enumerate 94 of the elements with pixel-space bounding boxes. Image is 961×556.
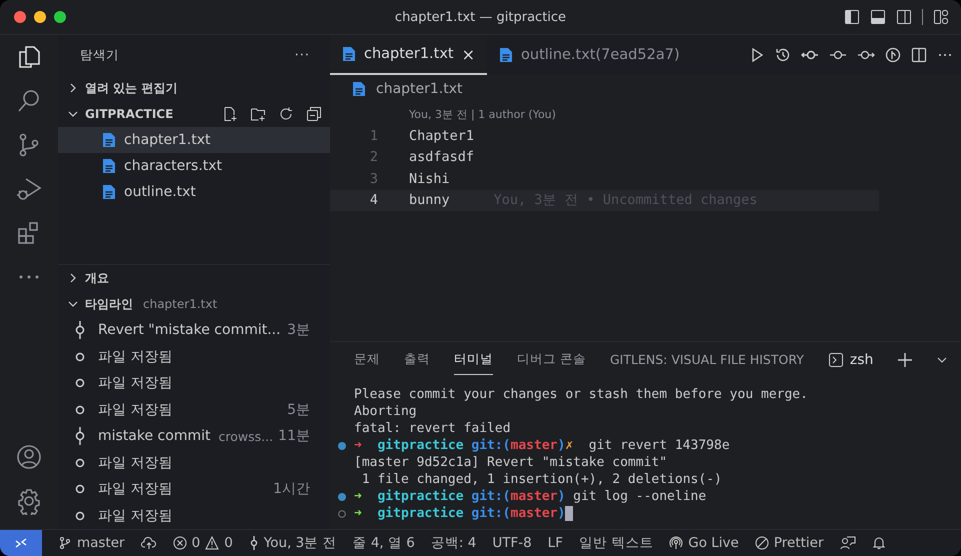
timeline-item[interactable]: mistake commit crowss... 11분: [58, 423, 330, 450]
outline-section[interactable]: 개요: [58, 264, 330, 291]
indentation-status[interactable]: 공백: 4: [430, 534, 476, 552]
terminal-line: Aborting: [354, 404, 417, 419]
timeline-item[interactable]: Revert "mistake commit... 3분: [58, 317, 330, 344]
terminal-line: [master 9d52c1a] Revert "mistake commit": [354, 455, 668, 470]
terminal-icon: [828, 352, 844, 368]
commit-icon: [74, 427, 86, 446]
file-icon: [102, 158, 116, 174]
prettier-status[interactable]: Prettier: [754, 535, 824, 551]
explorer-title: 탐색기: [80, 46, 119, 64]
toggle-panel-icon[interactable]: [870, 9, 886, 25]
terminal-line: 1 file changed, 1 insertion(+), 2 deletions(-): [360, 472, 722, 487]
history-icon[interactable]: [775, 47, 791, 63]
timeline-item[interactable]: 파일 저장됨: [58, 502, 330, 529]
command-success-dot[interactable]: [338, 442, 346, 450]
breadcrumb[interactable]: chapter1.txt: [376, 81, 463, 97]
line-number: 2: [368, 149, 379, 166]
close-window-button[interactable]: [14, 11, 26, 23]
code-line: Chapter1: [409, 128, 474, 144]
split-editor-icon[interactable]: [911, 47, 927, 63]
error-icon: [172, 536, 187, 550]
commit-icon: [248, 536, 259, 550]
zoom-window-button[interactable]: [54, 11, 66, 23]
file-icon: [342, 46, 356, 62]
remote-icon: [14, 536, 28, 550]
warning-icon: [205, 536, 220, 550]
blame-annotation[interactable]: You, 3분 전 | 1 author (You): [330, 107, 961, 125]
file-item[interactable]: chapter1.txt: [58, 127, 330, 153]
minimize-window-button[interactable]: [34, 11, 46, 23]
file-item[interactable]: characters.txt: [58, 153, 330, 179]
timeline-item[interactable]: 파일 저장됨: [58, 344, 330, 370]
panel-tab[interactable]: 터미널: [454, 345, 493, 375]
notifications-icon[interactable]: [872, 536, 886, 550]
editor-tab[interactable]: outline.txt(7ead52a7): [487, 35, 692, 75]
feedback-icon[interactable]: [840, 536, 856, 550]
line-number: 4: [368, 192, 379, 208]
code-line: Nishi: [409, 170, 450, 187]
command-pending-dot[interactable]: [338, 510, 346, 518]
file-item[interactable]: outline.txt: [58, 179, 330, 205]
toggle-sidebar-icon[interactable]: [844, 9, 860, 25]
terminal-shell-button[interactable]: zsh: [828, 352, 874, 368]
timeline-header[interactable]: 타임라인: [64, 296, 133, 312]
encoding-status[interactable]: UTF-8: [492, 535, 532, 551]
timeline-file-name: chapter1.txt: [143, 297, 218, 311]
file-icon: [499, 47, 514, 63]
timeline-item[interactable]: 파일 저장됨 5분: [58, 396, 330, 423]
code-line: asdfasdf: [409, 149, 474, 166]
terminal-line: ➜ gitpractice git:(master) git log --oneline: [354, 489, 706, 504]
timeline-item[interactable]: 파일 저장됨 1시간: [58, 476, 330, 502]
terminal-line: fatal: revert failed: [354, 421, 511, 436]
more-actions-button[interactable]: ···: [294, 48, 310, 62]
file-icon: [102, 132, 116, 148]
panel-tab[interactable]: 출력: [404, 345, 430, 375]
file-icon: [102, 184, 116, 200]
new-file-icon[interactable]: [222, 106, 238, 122]
timeline-item[interactable]: 파일 저장됨: [58, 450, 330, 476]
branch-icon: [58, 536, 72, 550]
folder-header[interactable]: GITPRACTICE: [64, 107, 174, 121]
toggle-secondary-sidebar-icon[interactable]: [896, 9, 912, 25]
file-icon: [352, 81, 366, 97]
window-title: chapter1.txt — gitpractice: [394, 10, 566, 24]
cursor-position[interactable]: 줄 4, 열 6: [352, 534, 415, 552]
customize-layout-icon[interactable]: [933, 9, 949, 25]
panel-tab[interactable]: 문제: [354, 345, 380, 375]
cloud-upload-icon[interactable]: [140, 536, 157, 550]
open-editors-section[interactable]: 열려 있는 편집기: [58, 75, 330, 101]
line-ending-status[interactable]: LF: [548, 535, 563, 551]
collapse-all-icon[interactable]: [306, 106, 322, 122]
language-mode[interactable]: 일반 텍스트: [578, 534, 654, 552]
panel-tab[interactable]: GITLENS: VISUAL FILE HISTORY: [610, 346, 804, 374]
remote-button[interactable]: [0, 530, 42, 556]
problems-status[interactable]: 0 0: [172, 535, 233, 551]
gitlens-icon[interactable]: [885, 47, 901, 63]
command-success-dot[interactable]: [338, 492, 346, 500]
line-number: 3: [368, 170, 379, 187]
go-live-button[interactable]: Go Live: [669, 535, 739, 551]
code-line: bunny: [409, 192, 450, 208]
terminal-line: ➜ gitpractice git:(master)✗ git revert 143798e: [354, 438, 730, 453]
branch-status[interactable]: master: [58, 535, 125, 551]
new-folder-icon[interactable]: [250, 106, 266, 122]
settings-icon[interactable]: [15, 487, 43, 515]
line-number: 1: [368, 128, 379, 144]
new-terminal-icon[interactable]: [897, 352, 914, 368]
account-icon[interactable]: [15, 443, 43, 471]
refresh-icon[interactable]: [278, 106, 294, 122]
broadcast-icon: [669, 536, 684, 550]
timeline-item[interactable]: 파일 저장됨: [58, 370, 330, 396]
commit-icon: [74, 321, 86, 340]
panel-tab[interactable]: 디버그 콘솔: [517, 345, 586, 375]
blame-status[interactable]: You, 3분 전: [248, 534, 337, 552]
terminal-line: ➜ gitpractice git:(master): [354, 506, 574, 522]
terminal-line: Please commit your changes or stash them before you merge.: [354, 387, 808, 402]
prohibited-icon: [754, 536, 769, 550]
